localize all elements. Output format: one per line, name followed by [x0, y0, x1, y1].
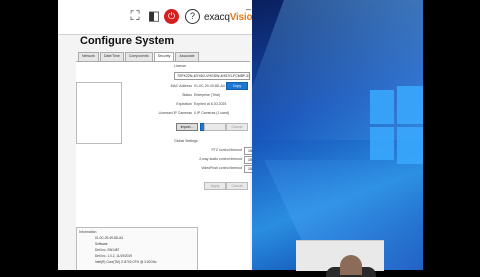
global-apply-button[interactable]: Apply [204, 182, 226, 190]
layout-icon[interactable]: ◧ [147, 9, 161, 23]
webcam-overlay [296, 240, 384, 277]
mac-address-value: 01-0C-29-49-8D-A4 [194, 84, 225, 88]
videopush-timeout-label: VideoPush control timeout [201, 166, 242, 170]
letterbox-right [423, 0, 480, 270]
tab-associate[interactable]: Associate [175, 52, 199, 61]
app-toolbar: ⛶ ◧ ⏻ ? exacqVision _ [58, 0, 252, 35]
status-label: Status [182, 93, 192, 97]
minimize-button[interactable]: _ [246, 0, 251, 10]
tab-components[interactable]: Components [124, 52, 153, 61]
tab-security[interactable]: Security [153, 52, 175, 61]
windows-desktop-wallpaper [252, 0, 423, 270]
license-section-label: License [174, 64, 187, 68]
global-cancel-button[interactable]: Cancel [226, 182, 248, 190]
global-settings-label: Global Settings [174, 139, 198, 143]
license-cancel-button[interactable]: Cancel [226, 123, 248, 131]
exacqvision-logo: exacqVision [204, 12, 252, 23]
ptz-timeout-input[interactable]: 15 [244, 147, 252, 155]
letterbox-left [0, 0, 58, 270]
help-icon[interactable]: ? [185, 9, 200, 24]
presenter-head [340, 255, 362, 275]
page-title: Configure System [80, 35, 175, 47]
mac-address-label: MAC Address [170, 84, 192, 88]
system-info-line: Software [95, 242, 108, 246]
license-key-field[interactable]: TSFK22N-4DY6G-VHGSW-4HS7G-FCM8P-3X [174, 72, 250, 80]
ip-cameras-label: Licensed IP Cameras [158, 111, 192, 115]
fullscreen-icon[interactable]: ⛶ [128, 9, 142, 23]
system-info-line: Dell Inc. 1.0.2, 11/19/2019 [95, 254, 132, 258]
videopush-timeout-input[interactable]: 15 [244, 165, 252, 173]
expiration-value: Expired at 6.30.2025 [194, 102, 227, 106]
copy-button[interactable]: Copy [226, 82, 248, 90]
exacqvision-client-window: ⛶ ◧ ⏻ ? exacqVision _ Configure System N… [58, 0, 252, 270]
license-apply-button-shadow [204, 123, 226, 131]
config-tabs: Network Date/Time Components Security As… [78, 52, 200, 61]
system-info-line: 01-0C-29-49-8D-A4 [95, 236, 123, 240]
expiration-label: Expiration [176, 102, 192, 106]
windows-logo-icon [370, 86, 423, 164]
import-button[interactable]: Import... [176, 123, 198, 131]
tab-date-time[interactable]: Date/Time [99, 52, 124, 61]
tab-network[interactable]: Network [78, 52, 99, 61]
system-info-line: Dell Inc. 0W1487 [95, 248, 120, 252]
audio-timeout-label: 2-way audio control timeout [199, 157, 242, 161]
ptz-timeout-label: PTZ control timeout [211, 148, 242, 152]
config-panel: License TSFK22N-4DY6G-VHGSW-4HS7G-FCM8P-… [76, 61, 252, 270]
system-info-box: Information 01-0C-29-49-8D-A4 Software D… [76, 227, 198, 270]
left-list-box[interactable] [76, 82, 122, 144]
system-info-label: Information [79, 230, 97, 234]
status-value: Enterprise (Trial) [194, 93, 220, 97]
system-info-line: Intel(R) Core(TM) i7-8700 CPU @ 3.20GHz [95, 260, 157, 264]
alarm-icon[interactable]: ⏻ [164, 9, 179, 24]
audio-timeout-input[interactable]: 15 [244, 156, 252, 164]
ip-cameras-value: 0 IP Cameras (1 used) [194, 111, 230, 115]
